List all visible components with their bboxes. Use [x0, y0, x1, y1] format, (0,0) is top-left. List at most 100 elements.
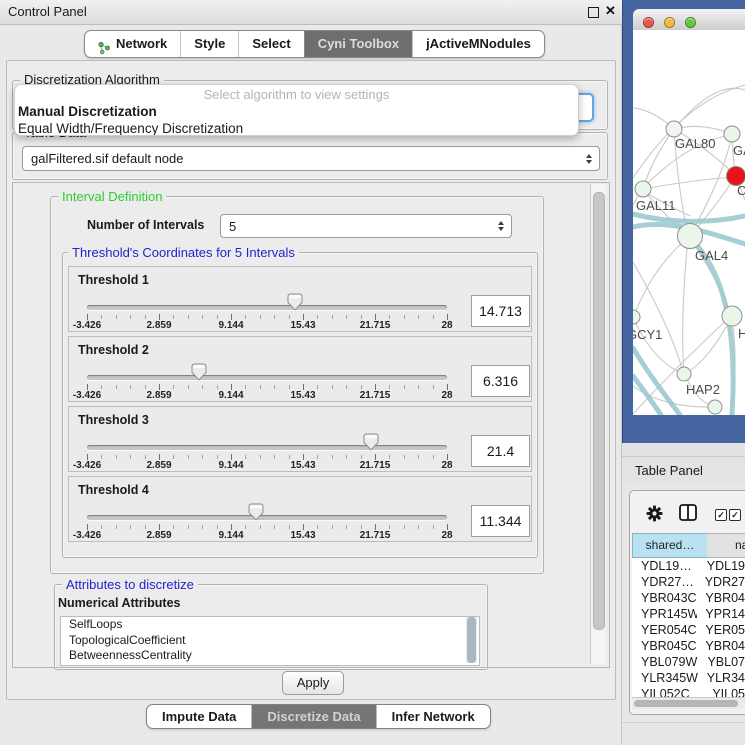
float-window-icon[interactable] — [588, 7, 599, 18]
tick-label: 2.859 — [146, 460, 171, 471]
tab-network[interactable]: Network — [85, 31, 180, 57]
tab-infer-network[interactable]: Infer Network — [376, 705, 490, 728]
threshold-panel-1: Threshold 1-3.4262.8599.14415.4321.71528… — [68, 266, 532, 332]
network-svg[interactable]: GAL80GACGAL11GAL4GCY1HHAP2 — [633, 30, 745, 415]
close-button[interactable] — [643, 17, 654, 28]
numerical-attributes-list: SelfLoopsTopologicalCoefficientBetweenne… — [60, 616, 480, 666]
tick-label: 15.43 — [290, 460, 315, 471]
tick-label: 21.715 — [360, 530, 391, 541]
slider-thumb[interactable] — [363, 433, 379, 451]
table-row[interactable]: YPR145WYPR14 — [632, 606, 745, 622]
tab-impute-data[interactable]: Impute Data — [147, 705, 251, 728]
slider-thumb[interactable] — [287, 293, 303, 311]
table-row[interactable]: YER054CYER05 — [632, 622, 745, 638]
network-edge[interactable] — [675, 88, 745, 128]
threshold-value-field[interactable]: 11.344 — [471, 505, 530, 537]
threshold-label: Threshold 2 — [78, 343, 149, 357]
checkbox-checked-icon[interactable]: ✓ — [715, 509, 727, 521]
gear-icon[interactable] — [646, 505, 663, 522]
minimize-button[interactable] — [664, 17, 675, 28]
table-row[interactable]: YBL079WYBL07 — [632, 654, 745, 670]
network-node-hap2[interactable] — [677, 367, 691, 381]
tab-style[interactable]: Style — [180, 31, 238, 57]
table-row[interactable]: YDL19…YDL19 — [632, 558, 745, 574]
list-scrollbar[interactable] — [466, 617, 477, 663]
node-label: H — [738, 326, 745, 341]
thresholds-group-title: Threshold's Coordinates for 5 Intervals — [68, 245, 299, 260]
list-item[interactable]: SelfLoops — [61, 617, 479, 633]
network-window-titlebar[interactable] — [633, 9, 745, 31]
network-edge[interactable] — [674, 126, 731, 134]
zoom-button[interactable] — [685, 17, 696, 28]
tab-label: Network — [116, 31, 167, 57]
scrollbar-thumb[interactable] — [593, 192, 605, 630]
tab-discretize-data[interactable]: Discretize Data — [251, 705, 375, 728]
table-row[interactable]: YIL052CYIL05 — [632, 686, 745, 697]
network-edge[interactable] — [686, 318, 731, 373]
column-header-shared-name[interactable]: shared… — [632, 533, 708, 558]
tick-label: -3.426 — [73, 460, 101, 471]
network-edge[interactable] — [643, 129, 674, 188]
tab-select[interactable]: Select — [238, 31, 303, 57]
slider-track[interactable] — [87, 305, 447, 310]
vertical-scrollbar[interactable] — [590, 184, 606, 664]
threshold-value-field[interactable]: 14.713 — [471, 295, 530, 327]
dropdown-option-manual-discretization[interactable]: Manual Discretization — [15, 103, 578, 120]
slider-ticks — [87, 314, 447, 321]
number-of-intervals-label: Number of Intervals — [87, 218, 204, 232]
network-node-gal11[interactable] — [635, 181, 651, 197]
tab-jactivemnodules[interactable]: jActiveMNodules — [412, 31, 544, 57]
threshold-value-field[interactable]: 6.316 — [471, 365, 530, 397]
slider-track[interactable] — [87, 515, 447, 520]
close-icon[interactable]: ✕ — [605, 3, 616, 19]
slider-track[interactable] — [87, 375, 447, 380]
network-edge[interactable] — [634, 237, 688, 316]
table-row[interactable]: YBR043CYBR04 — [632, 590, 745, 606]
slider-thumb[interactable] — [248, 503, 264, 521]
tick-label: -3.426 — [73, 320, 101, 331]
checkbox-checked-icon[interactable]: ✓ — [729, 509, 741, 521]
list-item[interactable]: BetweennessCentrality — [61, 648, 479, 664]
tick-label: -3.426 — [73, 530, 101, 541]
dropdown-option-equal-width-frequency[interactable]: Equal Width/Frequency Discretization — [15, 120, 578, 136]
cell-shared-name: YIL052C — [632, 686, 704, 697]
tick-label: 2.859 — [146, 530, 171, 541]
network-node-ga[interactable] — [724, 126, 740, 142]
threshold-label: Threshold 1 — [78, 273, 149, 287]
network-node-gal80[interactable] — [666, 121, 682, 137]
slider-ticks — [87, 524, 447, 531]
network-node-gcy1[interactable] — [633, 310, 640, 324]
cell-shared-name: YLR345W — [632, 670, 699, 686]
tick-label: 9.144 — [218, 530, 243, 541]
number-of-intervals-combobox[interactable]: 5 — [220, 214, 512, 238]
table-data-combobox[interactable]: galFiltered.sif default node — [22, 146, 600, 171]
network-view[interactable]: GAL80GACGAL11GAL4GCY1HHAP2 — [633, 30, 745, 415]
network-icon — [98, 38, 111, 52]
column-header-name[interactable]: name — [707, 533, 745, 558]
tick-label: 9.144 — [218, 320, 243, 331]
table-row[interactable]: YDR27…YDR27 — [632, 574, 745, 590]
apply-button[interactable]: Apply — [282, 671, 344, 695]
network-node-h[interactable] — [722, 306, 742, 326]
slider-thumb[interactable] — [191, 363, 207, 381]
control-panel-titlebar: Control Panel ✕ — [0, 0, 622, 25]
table-row[interactable]: YLR345WYLR34 — [632, 670, 745, 686]
tick-label: 28 — [441, 530, 452, 541]
network-node[interactable] — [708, 400, 722, 414]
threshold-value-field[interactable]: 21.4 — [471, 435, 530, 467]
network-edge[interactable] — [683, 238, 688, 373]
slider-track[interactable] — [87, 445, 447, 450]
table-panel-titlebar: Table Panel — [622, 456, 745, 486]
network-edge[interactable] — [644, 177, 735, 189]
table-row[interactable]: YBR045CYBR04 — [632, 638, 745, 654]
network-node-gal4[interactable] — [678, 224, 703, 249]
tick-label: 15.43 — [290, 320, 315, 331]
node-label: GA — [733, 143, 745, 158]
horizontal-scrollbar[interactable] — [632, 697, 745, 709]
tick-label: 28 — [441, 390, 452, 401]
interval-group-title: Interval Definition — [58, 189, 166, 204]
tab-cyni-toolbox[interactable]: Cyni Toolbox — [304, 31, 412, 57]
tick-label: 21.715 — [360, 390, 391, 401]
split-view-icon[interactable] — [679, 504, 697, 521]
list-item[interactable]: TopologicalCoefficient — [61, 633, 479, 649]
